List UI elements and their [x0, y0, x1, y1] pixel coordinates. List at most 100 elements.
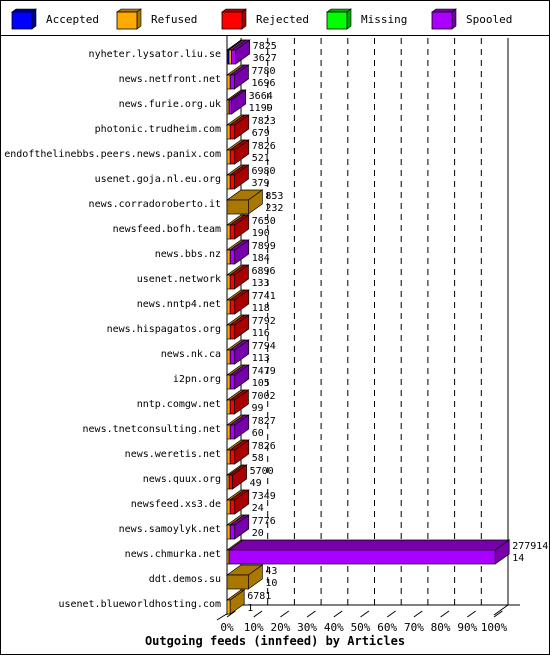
legend-item-refused: Refused [116, 8, 197, 30]
x-tick-label: 30% [297, 621, 317, 634]
category-label: nyheter.lysator.liu.se [89, 49, 221, 60]
bar-segment-refused [226, 349, 231, 365]
category-label: news.nntp4.net [137, 299, 221, 310]
x-tick-label: 10% [244, 621, 264, 634]
category-label: newsfeed.bofh.team [113, 224, 221, 235]
bar-row: i2pn.org 7479105 [173, 364, 276, 390]
value-label-secondary: 184 [252, 253, 270, 264]
category-label: news.hispagatos.org [107, 324, 221, 335]
value-label-secondary: 58 [252, 453, 264, 464]
bar-row: news.chmurka.net 27791414 [125, 539, 548, 565]
bar-row: nyheter.lysator.liu.se 78253627 [89, 39, 277, 65]
value-label-secondary: 133 [251, 278, 269, 289]
value-label-total: 7002 [251, 391, 275, 402]
bar-segment-refused [226, 199, 249, 215]
value-label-secondary: 1696 [251, 78, 275, 89]
value-label-total: 6980 [251, 166, 275, 177]
legend-label-spooled: Spooled [466, 12, 513, 26]
x-tick-mark [333, 610, 343, 618]
value-label-total: 5700 [250, 466, 274, 477]
legend: Accepted Refused Rejected Missing Spooled [1, 1, 549, 36]
value-label-secondary: 99 [251, 403, 263, 414]
value-label-secondary: 105 [252, 378, 270, 389]
bar-segment-rejected [229, 124, 236, 140]
value-label-total: 7825 [253, 41, 277, 52]
category-label: news.samoylyk.net [119, 524, 221, 535]
bar-segment-refused [226, 149, 231, 165]
category-label: ddt.demos.su [149, 574, 221, 585]
bar-segment-rejected [229, 224, 236, 240]
value-label-secondary: 20 [252, 528, 264, 539]
bar-row: ddt.demos.su 4310 [149, 564, 277, 590]
value-label-total: 7794 [252, 341, 276, 352]
bar-segment-refused [226, 374, 231, 390]
category-label: usenet.network [137, 274, 221, 285]
x-tick-label: 0% [220, 621, 234, 634]
x-tick-mark [253, 610, 263, 618]
bar-segment-refused [226, 324, 231, 340]
value-label-total: 853 [265, 191, 283, 202]
bar-segment-refused [226, 399, 231, 415]
gridlines [240, 38, 509, 605]
value-label-secondary: 679 [252, 128, 270, 139]
bar-row: usenet.goja.nl.eu.org 6980379 [95, 164, 276, 190]
legend-item-accepted: Accepted [11, 8, 99, 30]
bar-segment-refused [226, 74, 231, 90]
category-label: news.corradoroberto.it [89, 199, 221, 210]
legend-swatch-missing [326, 8, 352, 30]
category-label: usenet.blueworldhosting.com [58, 599, 221, 610]
category-label: nntp.comgw.net [137, 399, 221, 410]
value-label-secondary: 24 [252, 503, 264, 514]
bar-segment-refused [226, 599, 231, 615]
value-label-secondary: 118 [252, 303, 270, 314]
value-label-total: 43 [265, 566, 277, 577]
bar-segment-spooled [228, 99, 233, 115]
bar-segment-refused [226, 124, 231, 140]
x-axis-title: Outgoing feeds (innfeed) by Articles [145, 634, 405, 648]
bar-segment-refused [226, 499, 231, 515]
value-label-total: 7349 [252, 491, 276, 502]
value-label-total: 7741 [252, 291, 276, 302]
value-label-secondary: 60 [252, 428, 264, 439]
bar-segment-rejected [229, 299, 236, 315]
category-label: usenet.goja.nl.eu.org [95, 174, 221, 185]
chart-frame: Accepted Refused Rejected Missing Spooled 0%… [0, 0, 550, 655]
value-label-secondary: 3627 [253, 53, 277, 64]
bar-row: news.tnetconsulting.net 782760 [83, 414, 276, 440]
value-label-total: 7826 [252, 441, 276, 452]
category-label: news.furie.org.uk [119, 99, 221, 110]
bar-row: news.quux.org 570049 [143, 464, 274, 490]
value-label-secondary: 10 [265, 578, 277, 589]
x-tick-label: 100% [481, 621, 508, 634]
bar-segment-refused [226, 249, 231, 265]
value-label-secondary: 1 [247, 603, 253, 614]
bar-segment-rejected [229, 174, 235, 190]
bar-row: news.furie.org.uk 36641199 [119, 89, 273, 115]
value-label-total: 7650 [252, 216, 276, 227]
bar-segment-refused [226, 449, 231, 465]
category-label: photonic.trudheim.com [95, 124, 221, 135]
x-tick-label: 70% [404, 621, 424, 634]
bar-row: nntp.comgw.net 700299 [137, 389, 276, 415]
bar-row: usenet.network 6896133 [137, 264, 276, 290]
value-label-secondary: 379 [251, 178, 269, 189]
legend-swatch-accepted [11, 8, 37, 30]
bar-row: news.corradoroberto.it 853232 [89, 189, 283, 215]
bar-segment-spooled [228, 549, 496, 565]
bar-row: news.hispagatos.org 7792116 [107, 314, 276, 340]
value-label-secondary: 1199 [249, 103, 273, 114]
bar-row: news.samoylyk.net 777620 [119, 514, 276, 540]
bar-segment-rejected [229, 449, 236, 465]
value-label-total: 7827 [252, 416, 276, 427]
value-label-total: 7776 [252, 516, 276, 527]
category-label: news.netfront.net [119, 74, 221, 85]
x-tick-mark [467, 610, 476, 618]
x-tick-mark [386, 610, 396, 618]
legend-label-accepted: Accepted [46, 12, 99, 26]
value-label-secondary: 14 [512, 553, 524, 564]
bar-segment-spooled [229, 524, 236, 540]
x-tick-mark [413, 610, 423, 618]
bar-row: news.netfront.net 77801696 [119, 64, 276, 90]
x-tick-label: 20% [270, 621, 290, 634]
x-tick-mark [440, 610, 450, 618]
